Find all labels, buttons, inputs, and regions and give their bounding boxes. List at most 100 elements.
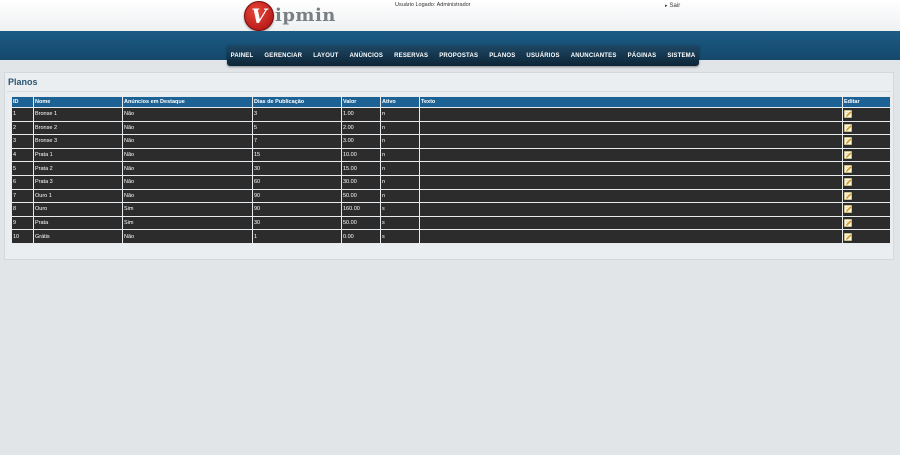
cell-valor: 160.00 <box>342 203 380 216</box>
cell-nome: Bronse 1 <box>34 108 122 121</box>
cell-dias: 90 <box>253 203 341 216</box>
cell-destaque: Não <box>123 230 252 243</box>
cell-nome: Ouro <box>34 203 122 216</box>
cell-valor: 50.00 <box>342 216 380 230</box>
pencil-edit-icon[interactable] <box>844 232 852 241</box>
table-row: 9 Prata Sim 30 50.00 s <box>12 216 890 230</box>
menu-item-painel[interactable]: PAINEL <box>231 53 254 59</box>
arrow-right-icon: ▸ <box>665 3 668 9</box>
menu-item-anunciantes[interactable]: ANUNCIANTES <box>571 53 617 59</box>
cell-valor: 3.00 <box>342 135 380 148</box>
cell-editar <box>843 189 890 203</box>
cell-editar <box>843 216 890 230</box>
pencil-edit-icon[interactable] <box>844 192 852 200</box>
pencil-edit-icon[interactable] <box>844 110 852 119</box>
cell-destaque: Não <box>123 108 252 121</box>
cell-dias: 1 <box>253 230 341 243</box>
table-row: 5 Prata 2 Não 30 15.00 n <box>12 162 890 175</box>
cell-destaque: Não <box>123 175 252 189</box>
cell-nome: Prata <box>34 216 122 230</box>
menu-item-reservas[interactable]: RESERVAS <box>394 53 428 59</box>
cell-texto <box>420 135 842 148</box>
cell-id: 7 <box>12 189 33 203</box>
pencil-edit-icon[interactable] <box>844 164 852 173</box>
logout-label: Sair <box>669 3 681 9</box>
cell-valor: 0.00 <box>342 230 380 243</box>
main-menu: PAINEL GERENCIAR LAYOUT ANÚNCIOS RESERVA… <box>227 45 699 66</box>
cell-destaque: Sim <box>123 203 252 216</box>
table-row: 8 Ouro Sim 90 160.00 s <box>12 203 890 216</box>
menu-item-layout[interactable]: LAYOUT <box>313 53 338 59</box>
cell-nome: Prata 2 <box>34 162 122 175</box>
table-row: 7 Ouro 1 Não 90 50.00 n <box>12 189 890 203</box>
col-header-ativo[interactable]: Ativo <box>381 97 419 107</box>
cell-valor: 10.00 <box>342 148 380 162</box>
vipmin-logo[interactable]: V ipmin <box>244 0 336 31</box>
col-header-texto[interactable]: Texto <box>420 97 842 107</box>
cell-texto <box>420 230 842 243</box>
col-header-destaque[interactable]: Anúncios em Destaque <box>123 97 252 107</box>
table-row: 4 Prata 1 Não 15 10.00 n <box>12 148 890 162</box>
menu-item-propostas[interactable]: PROPOSTAS <box>439 53 478 59</box>
plans-table: ID Nome Anúncios em Destaque Dias de Pub… <box>11 96 891 244</box>
pencil-edit-icon[interactable] <box>844 151 852 159</box>
cell-dias: 7 <box>253 135 341 148</box>
cell-id: 4 <box>12 148 33 162</box>
col-header-id[interactable]: ID <box>12 97 33 107</box>
cell-ativo: n <box>381 189 419 203</box>
cell-texto <box>420 175 842 189</box>
menu-item-usuarios[interactable]: USUÁRIOS <box>526 53 559 59</box>
title-divider <box>7 91 891 92</box>
pencil-edit-icon[interactable] <box>844 124 852 132</box>
cell-id: 9 <box>12 216 33 230</box>
menu-item-gerenciar[interactable]: GERENCIAR <box>264 53 302 59</box>
col-header-nome[interactable]: Nome <box>34 97 122 107</box>
cell-id: 2 <box>12 121 33 135</box>
cell-destaque: Não <box>123 135 252 148</box>
cell-editar <box>843 203 890 216</box>
cell-destaque: Não <box>123 189 252 203</box>
cell-destaque: Não <box>123 162 252 175</box>
cell-nome: Ouro 1 <box>34 189 122 203</box>
menu-item-paginas[interactable]: PÁGINAS <box>628 53 657 59</box>
cell-texto <box>420 162 842 175</box>
cell-nome: Bronse 3 <box>34 135 122 148</box>
cell-destaque: Sim <box>123 216 252 230</box>
page-title: Planos <box>8 77 38 87</box>
col-header-valor[interactable]: Valor <box>342 97 380 107</box>
cell-ativo: n <box>381 121 419 135</box>
cell-nome: Grátis <box>34 230 122 243</box>
cell-valor: 2.00 <box>342 121 380 135</box>
cell-editar <box>843 230 890 243</box>
cell-valor: 15.00 <box>342 162 380 175</box>
pencil-edit-icon[interactable] <box>844 178 852 187</box>
menu-item-anuncios[interactable]: ANÚNCIOS <box>350 53 384 59</box>
menu-item-planos[interactable]: PLANOS <box>489 53 515 59</box>
cell-valor: 30.00 <box>342 175 380 189</box>
cell-editar <box>843 148 890 162</box>
col-header-dias[interactable]: Dias de Publicação <box>253 97 341 107</box>
pencil-edit-icon[interactable] <box>844 205 852 214</box>
menu-item-sistema[interactable]: SISTEMA <box>667 53 695 59</box>
cell-id: 8 <box>12 203 33 216</box>
cell-dias: 30 <box>253 162 341 175</box>
cell-dias: 5 <box>253 121 341 135</box>
cell-valor: 50.00 <box>342 189 380 203</box>
cell-texto <box>420 216 842 230</box>
pencil-edit-icon[interactable] <box>844 137 852 146</box>
cell-id: 6 <box>12 175 33 189</box>
table-row: 3 Bronse 3 Não 7 3.00 n <box>12 135 890 148</box>
cell-valor: 1.00 <box>342 108 380 121</box>
table-row: 6 Prata 3 Não 60 30.00 n <box>12 175 890 189</box>
table-row: 2 Bronse 2 Não 5 2.00 n <box>12 121 890 135</box>
pencil-edit-icon[interactable] <box>844 219 852 227</box>
cell-ativo: s <box>381 230 419 243</box>
cell-editar <box>843 135 890 148</box>
cell-nome: Bronse 2 <box>34 121 122 135</box>
logout-link[interactable]: ▸ Sair <box>665 3 680 9</box>
cell-id: 1 <box>12 108 33 121</box>
cell-destaque: Não <box>123 121 252 135</box>
cell-ativo: n <box>381 148 419 162</box>
logo-text: ipmin <box>275 5 336 26</box>
cell-editar <box>843 108 890 121</box>
